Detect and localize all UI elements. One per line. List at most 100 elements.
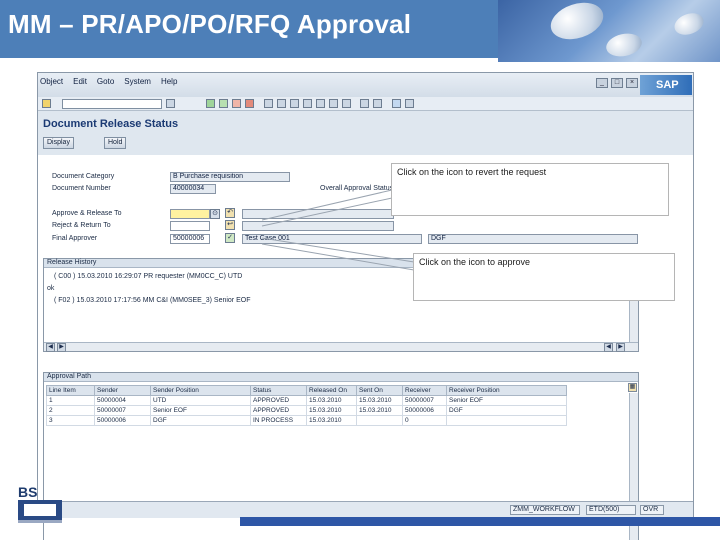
final-approver-position-field: DGF (428, 234, 638, 244)
save-icon[interactable] (206, 99, 215, 108)
table-cell: 2 (46, 405, 95, 416)
table-row[interactable]: 1 50000004 UTD APPROVED 15.03.2010 15.03… (46, 395, 567, 406)
table-cell: DGF (446, 405, 567, 416)
next-page-icon[interactable] (329, 99, 338, 108)
enter-icon[interactable] (42, 99, 51, 108)
print-icon[interactable] (264, 99, 273, 108)
menu-system[interactable]: System (124, 77, 151, 86)
new-session-icon[interactable] (360, 99, 369, 108)
help-icon[interactable] (392, 99, 401, 108)
document-category-label: Document Category (52, 173, 115, 180)
scroll-left-icon[interactable]: ◀ (604, 343, 613, 352)
layout-icon[interactable] (405, 99, 414, 108)
approve-icon[interactable]: ✓ (225, 233, 235, 243)
table-cell: 0 (402, 415, 447, 426)
table-cell: 50000007 (94, 405, 151, 416)
first-page-icon[interactable] (303, 99, 312, 108)
menu-bar: Object Edit Goto System Help _ □ × SAP (38, 73, 693, 97)
table-cell: 50000004 (94, 395, 151, 406)
approve-release-input[interactable] (170, 209, 210, 219)
approval-path-title: Approval Path (44, 373, 638, 382)
column-header[interactable]: Receiver Position (446, 385, 567, 396)
slide-title: MM – PR/APO/PO/RFQ Approval (8, 9, 412, 39)
close-icon[interactable]: × (626, 78, 638, 88)
scroll-right-icon[interactable]: ▶ (616, 343, 625, 352)
table-cell: IN PROCESS (250, 415, 307, 426)
column-settings-icon[interactable]: ▦ (628, 383, 637, 392)
screen-title: Document Release Status (43, 118, 179, 130)
scroll-left-icon[interactable]: ◀ (46, 343, 55, 352)
command-field[interactable] (62, 99, 162, 109)
table-cell: 50000006 (402, 405, 447, 416)
document-number-label: Document Number (52, 185, 111, 192)
table-cell: Senior EOF (150, 405, 251, 416)
history-line: ( F02 ) 15.03.2010 17:17:56 MM C&I (MM0S… (54, 297, 251, 304)
table-cell: DGF (150, 415, 251, 426)
table-row[interactable]: 3 50000006 DGF IN PROCESS 15.03.2010 0 (46, 415, 567, 426)
satellite-dish-image (546, 0, 608, 46)
overall-status-label: Overall Approval Status (320, 185, 394, 192)
menu-goto[interactable]: Goto (97, 77, 114, 86)
table-cell: 15.03.2010 (306, 415, 357, 426)
reject-icon[interactable]: ↩ (225, 220, 235, 230)
revert-request-icon[interactable]: ↶ (225, 208, 235, 218)
revert-callout: Click on the icon to revert the request (391, 163, 669, 216)
table-cell: APPROVED (250, 405, 307, 416)
document-category-field: B Purchase requisition (170, 172, 290, 182)
column-header[interactable]: Released On (306, 385, 357, 396)
final-approver-name-field: Test Case 001 (242, 234, 422, 244)
column-header[interactable]: Sender (94, 385, 151, 396)
column-header[interactable]: Sent On (356, 385, 403, 396)
maximize-icon[interactable]: □ (611, 78, 623, 88)
table-cell: Senior EOF (446, 395, 567, 406)
insert-mode[interactable]: OVR (640, 505, 664, 515)
satellite-dish-image (604, 30, 644, 60)
footer-band (240, 517, 720, 526)
hold-button[interactable]: Hold (104, 137, 127, 149)
reject-return-input[interactable] (170, 221, 210, 231)
minimize-icon[interactable]: _ (596, 78, 608, 88)
history-horizontal-scrollbar[interactable]: ◀ ▶ ◀ ▶ (44, 342, 638, 352)
column-header[interactable]: Sender Position (150, 385, 251, 396)
exit-icon[interactable] (232, 99, 241, 108)
approval-path-table: Line Item Sender Sender Position Status … (46, 385, 567, 426)
table-cell: 50000006 (94, 415, 151, 426)
search-help-icon[interactable]: ⊙ (210, 209, 220, 219)
menu-object[interactable]: Object (40, 77, 63, 86)
back-icon[interactable] (219, 99, 228, 108)
menu-help[interactable]: Help (161, 77, 177, 86)
shortcut-icon[interactable] (373, 99, 382, 108)
last-page-icon[interactable] (342, 99, 351, 108)
table-row[interactable]: 2 50000007 Senior EOF APPROVED 15.03.201… (46, 405, 567, 416)
display-button[interactable]: Display (43, 137, 74, 149)
logo-mark (18, 500, 62, 520)
final-approver-id-field[interactable]: 50000006 (170, 234, 210, 244)
table-cell: APPROVED (250, 395, 307, 406)
cancel-icon[interactable] (245, 99, 254, 108)
column-header[interactable]: Line Item (46, 385, 95, 396)
standard-toolbar (38, 97, 693, 111)
approve-release-label: Approve & Release To (52, 210, 122, 217)
previous-page-icon[interactable] (316, 99, 325, 108)
find-next-icon[interactable] (290, 99, 299, 108)
table-cell: 3 (46, 415, 95, 426)
dropdown-icon[interactable] (166, 99, 175, 108)
satellite-dish-image (671, 9, 707, 39)
table-cell: 1 (46, 395, 95, 406)
table-cell: 50000007 (402, 395, 447, 406)
table-cell (356, 415, 403, 426)
satellite-dish-photo (498, 0, 720, 62)
column-header[interactable]: Status (250, 385, 307, 396)
logo-tagline (18, 520, 62, 523)
menu-edit[interactable]: Edit (73, 77, 87, 86)
status-bar: ZMM_WORKFLOW ETD(500) OVR (38, 501, 693, 518)
table-cell (446, 415, 567, 426)
history-line: ( C00 ) 15.03.2010 16:29:07 PR requester… (54, 273, 243, 280)
find-icon[interactable] (277, 99, 286, 108)
table-cell: UTD (150, 395, 251, 406)
final-approver-label: Final Approver (52, 235, 98, 242)
scroll-right-icon[interactable]: ▶ (57, 343, 66, 352)
approve-name-field (242, 209, 394, 219)
document-number-field: 40000034 (170, 184, 216, 194)
column-header[interactable]: Receiver (402, 385, 447, 396)
